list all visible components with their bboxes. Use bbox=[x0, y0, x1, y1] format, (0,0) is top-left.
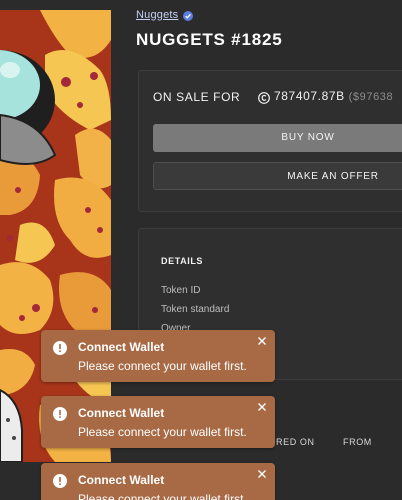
toast-title: Connect Wallet bbox=[78, 473, 165, 487]
activity-column-date: RED ON bbox=[276, 437, 315, 447]
close-icon[interactable] bbox=[256, 335, 268, 347]
toast-message: Please connect your wallet first. bbox=[78, 359, 247, 373]
toast-title: Connect Wallet bbox=[78, 340, 165, 354]
make-offer-button[interactable]: MAKE AN OFFER bbox=[153, 162, 402, 190]
verified-badge-icon bbox=[183, 11, 193, 21]
nft-detail-page: Nuggets NUGGETS #1825 ON SALE FOR 787407… bbox=[0, 0, 402, 500]
cardano-token-icon bbox=[258, 91, 270, 104]
price-fiat: ($97638 bbox=[348, 91, 394, 103]
detail-row-token-standard: Token standard bbox=[161, 304, 230, 315]
details-heading: DETAILS bbox=[161, 256, 204, 266]
exclamation-circle-icon bbox=[53, 474, 67, 488]
toast-message: Please connect your wallet first. bbox=[78, 425, 247, 439]
buy-now-button[interactable]: BUY NOW bbox=[153, 124, 402, 152]
detail-row-token-id: Token ID bbox=[161, 285, 201, 296]
toast-notification: Connect Wallet Please connect your walle… bbox=[41, 463, 275, 500]
sale-card: ON SALE FOR 787407.87B ($97638 BUY NOW M… bbox=[138, 70, 402, 212]
collection-link[interactable]: Nuggets bbox=[136, 9, 178, 21]
exclamation-circle-icon bbox=[53, 341, 67, 355]
nft-artwork-image[interactable] bbox=[0, 10, 111, 462]
close-icon[interactable] bbox=[256, 468, 268, 480]
activity-column-from: FROM bbox=[343, 437, 372, 447]
toast-notification: Connect Wallet Please connect your walle… bbox=[41, 330, 275, 382]
price-value: 787407.87B ($97638 bbox=[274, 89, 393, 103]
sale-label: ON SALE FOR bbox=[153, 90, 241, 104]
close-icon[interactable] bbox=[256, 401, 268, 413]
toast-message: Please connect your wallet first. bbox=[78, 492, 247, 500]
price-amount: 787407.87B bbox=[274, 89, 345, 103]
toast-notification: Connect Wallet Please connect your walle… bbox=[41, 396, 275, 448]
nft-title: NUGGETS #1825 bbox=[136, 30, 283, 49]
exclamation-circle-icon bbox=[53, 407, 67, 421]
toast-title: Connect Wallet bbox=[78, 406, 165, 420]
